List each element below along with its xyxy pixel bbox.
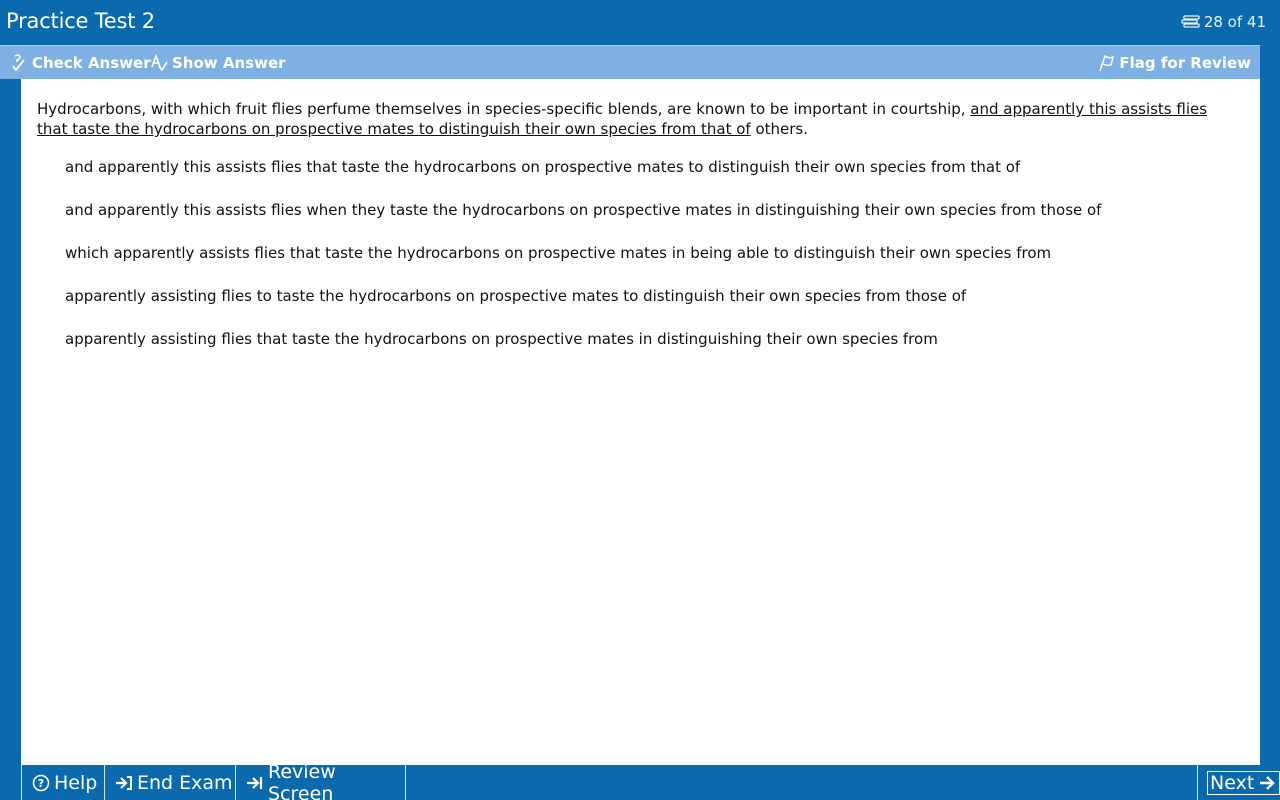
next-button[interactable]: Next <box>1197 765 1280 800</box>
review-screen-icon <box>246 774 264 792</box>
toolbar: Check Answer Show Answer Flag for Review <box>0 45 1260 79</box>
question-panel: Hydrocarbons, with which fruit flies per… <box>21 79 1260 765</box>
end-exam-icon <box>115 774 133 792</box>
question-outro: others. <box>750 120 808 138</box>
question-text: Hydrocarbons, with which fruit flies per… <box>37 99 1242 139</box>
check-answer-button[interactable]: Check Answer <box>10 54 151 72</box>
review-screen-button[interactable]: Review Screen <box>236 761 406 800</box>
next-button-frame: Next <box>1207 770 1280 795</box>
show-answer-button[interactable]: Show Answer <box>150 53 286 72</box>
end-exam-label: End Exam <box>137 771 233 794</box>
answer-choice-d[interactable]: apparently assisting flies to taste the … <box>65 286 966 306</box>
svg-text:?: ? <box>38 777 44 790</box>
show-answer-icon <box>150 53 168 72</box>
stacked-pages-icon <box>1181 15 1200 29</box>
end-exam-button[interactable]: End Exam <box>105 765 236 800</box>
answer-choice-c[interactable]: which apparently assists flies that tast… <box>65 243 1051 263</box>
flag-for-review-label: Flag for Review <box>1119 54 1251 72</box>
next-label: Next <box>1210 771 1255 794</box>
answer-choice-e[interactable]: apparently assisting flies that taste th… <box>65 329 938 349</box>
page-title: Practice Test 2 <box>6 9 155 33</box>
help-label: Help <box>54 771 98 794</box>
flag-icon <box>1097 54 1115 72</box>
title-bar: Practice Test 2 28 of 41 <box>0 0 1280 45</box>
show-answer-label: Show Answer <box>172 54 286 72</box>
help-icon: ? <box>32 774 50 792</box>
right-frame <box>1260 45 1280 765</box>
answer-choice-b[interactable]: and apparently this assists flies when t… <box>65 200 1101 220</box>
flag-for-review-button[interactable]: Flag for Review <box>1097 54 1251 72</box>
question-intro: Hydrocarbons, with which fruit flies per… <box>37 100 971 118</box>
left-frame <box>0 79 21 765</box>
question-counter: 28 of 41 <box>1181 13 1266 31</box>
help-button[interactable]: ? Help <box>21 765 105 800</box>
review-screen-label: Review Screen <box>268 760 336 800</box>
arrow-right-icon <box>1258 774 1276 792</box>
check-answer-label: Check Answer <box>32 54 151 72</box>
answer-choice-a[interactable]: and apparently this assists flies that t… <box>65 157 1020 177</box>
check-answer-icon <box>10 54 28 72</box>
bottom-bar: ? Help End Exam Review Screen Next <box>0 761 1280 800</box>
question-counter-text: 28 of 41 <box>1203 13 1266 31</box>
